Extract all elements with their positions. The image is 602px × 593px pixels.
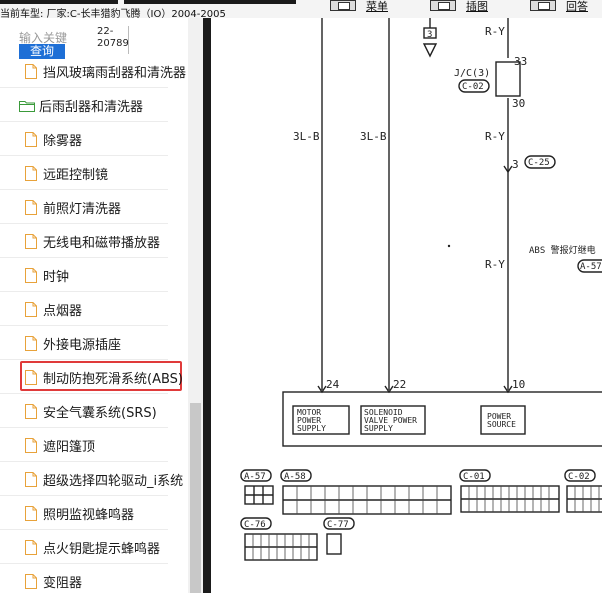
diagram-dot bbox=[447, 244, 451, 248]
tree-document-item[interactable]: 点烟器 bbox=[0, 292, 168, 326]
pin-number: 24 bbox=[326, 378, 340, 391]
top-toolbar: 当前车型: 厂家:C-长丰猎豹飞腾（IO）2004-2005 菜单 插图 回答 bbox=[0, 0, 602, 18]
block-label: SUPPLY bbox=[364, 424, 393, 433]
scrollbar-thumb[interactable] bbox=[190, 403, 201, 593]
connector-tag: C-25 bbox=[528, 158, 550, 168]
connector-tag: A-57 bbox=[244, 472, 266, 482]
menu-button[interactable]: 菜单 bbox=[330, 0, 388, 13]
tree-item-label: 安全气囊系统(SRS) bbox=[43, 406, 157, 421]
document-icon bbox=[25, 302, 37, 317]
pin-number: 30 bbox=[512, 97, 525, 110]
abs-relay-note: ABS 警报灯继电 bbox=[529, 244, 596, 256]
tree-folder-item[interactable]: 后雨刮器和清洗器 bbox=[0, 88, 168, 122]
document-icon bbox=[25, 404, 37, 419]
document-icon bbox=[25, 166, 37, 181]
pin-number: 33 bbox=[514, 55, 527, 68]
left-navigation-panel: 输入关键 22-20789 查询 挡风玻璃雨刮器和清洗器 后雨刮器和清洗器 除雾器远… bbox=[0, 18, 203, 593]
tree-document-item[interactable]: 远距控制镜 bbox=[0, 156, 168, 190]
document-icon bbox=[25, 438, 37, 453]
tree-document-item[interactable]: 无线电和磁带播放器 bbox=[0, 224, 168, 258]
tree-document-item[interactable]: 外接电源插座 bbox=[0, 326, 168, 360]
document-icon bbox=[25, 540, 37, 555]
document-icon bbox=[25, 472, 37, 487]
tree-document-item[interactable]: 挡风玻璃雨刮器和清洗器 bbox=[0, 54, 186, 88]
tree-item-label: 点火钥匙提示蜂鸣器 bbox=[43, 542, 161, 557]
tree-item-label: 除雾器 bbox=[43, 134, 83, 149]
connector-tag: C-02 bbox=[462, 82, 484, 92]
tree-item-label: 制动防抱死滑系统(ABS) bbox=[43, 372, 183, 387]
wire-label: R-Y bbox=[485, 25, 505, 38]
tree-item-label: 点烟器 bbox=[43, 304, 83, 319]
tree-document-item[interactable]: 安全气囊系统(SRS) bbox=[0, 394, 168, 428]
wiring-diagram-view: 3L-B 3L-B R-Y R-Y R-Y 24 22 10 33 30 3 3… bbox=[211, 18, 602, 593]
tree-document-item[interactable]: 遮阳篷顶 bbox=[0, 428, 168, 462]
tree-document-item[interactable]: 除雾器 bbox=[0, 122, 168, 156]
block-label: SOURCE bbox=[487, 420, 516, 429]
document-icon bbox=[25, 200, 37, 215]
illustration-button[interactable]: 插图 bbox=[430, 0, 488, 13]
wire-label: 3L-B bbox=[293, 130, 320, 143]
document-icon bbox=[25, 64, 37, 79]
pin-number: 22 bbox=[393, 378, 406, 391]
document-icon bbox=[25, 234, 37, 249]
wire-label: R-Y bbox=[485, 258, 505, 271]
tree-document-item[interactable]: 制动防抱死滑系统(ABS) bbox=[0, 360, 183, 394]
wiring-diagram: 3L-B 3L-B R-Y R-Y R-Y 24 22 10 33 30 3 3… bbox=[240, 18, 602, 561]
tree-document-item[interactable]: 前照灯清洗器 bbox=[0, 190, 168, 224]
tree-item-label: 照明监视蜂鸣器 bbox=[43, 508, 135, 523]
tree-item-label: 无线电和磁带播放器 bbox=[43, 236, 161, 251]
tree-item-label: 时钟 bbox=[43, 270, 70, 285]
connector-tag: A-57 bbox=[580, 262, 602, 272]
answer-icon bbox=[530, 0, 556, 11]
illustration-icon bbox=[430, 0, 456, 11]
toolbar-dark-strip bbox=[124, 0, 296, 4]
pin-number: 3 bbox=[512, 158, 519, 171]
tree-document-item[interactable]: 变阻器 bbox=[0, 564, 168, 593]
tree-item-label: 后雨刮器和清洗器 bbox=[39, 100, 144, 115]
document-icon bbox=[25, 574, 37, 589]
menu-button-label: 菜单 bbox=[366, 0, 388, 13]
connector-tag: A-58 bbox=[284, 472, 306, 482]
document-icon bbox=[25, 370, 37, 385]
document-icon bbox=[25, 132, 37, 147]
junction-label: J/C(3) bbox=[454, 68, 490, 79]
tree-document-item[interactable]: 超级选择四轮驱动_i系统 bbox=[0, 462, 183, 496]
illustration-button-label: 插图 bbox=[466, 0, 488, 13]
wire-label: R-Y bbox=[485, 130, 505, 143]
document-icon bbox=[25, 268, 37, 283]
tree-item-label: 外接电源插座 bbox=[43, 338, 122, 353]
search-input-caret bbox=[128, 26, 129, 54]
tree-document-item[interactable]: 时钟 bbox=[0, 258, 168, 292]
connector-tag: C-02 bbox=[568, 472, 590, 482]
tree-document-item[interactable]: 点火钥匙提示蜂鸣器 bbox=[0, 530, 168, 564]
vehicle-status-text: 当前车型: 厂家:C-长丰猎豹飞腾（IO）2004-2005 bbox=[0, 9, 226, 18]
answer-button-label: 回答 bbox=[566, 0, 588, 13]
tree-document-item[interactable]: 照明监视蜂鸣器 bbox=[0, 496, 168, 530]
menu-icon bbox=[330, 0, 356, 11]
connector-tag: C-77 bbox=[327, 520, 349, 530]
tree-item-label: 变阻器 bbox=[43, 576, 83, 591]
tree-item-label: 远距控制镜 bbox=[43, 168, 109, 183]
tree-item-label: 前照灯清洗器 bbox=[43, 202, 122, 217]
block-label: SUPPLY bbox=[297, 424, 326, 433]
connector-tag: C-01 bbox=[463, 472, 485, 482]
document-icon bbox=[25, 336, 37, 351]
folder-icon bbox=[19, 101, 35, 112]
tree-item-label: 遮阳篷顶 bbox=[43, 440, 96, 455]
answer-button[interactable]: 回答 bbox=[530, 0, 588, 13]
document-icon bbox=[25, 506, 37, 521]
pin-number: 3 bbox=[427, 30, 432, 40]
search-input[interactable]: 22-20789 bbox=[97, 26, 129, 50]
connector-tag: C-76 bbox=[244, 520, 266, 530]
tree-item-label: 超级选择四轮驱动_i系统 bbox=[43, 474, 184, 489]
panel-divider[interactable] bbox=[203, 18, 211, 593]
wire-label: 3L-B bbox=[360, 130, 387, 143]
toolbar-dark-strip bbox=[0, 0, 118, 4]
tree-item-label: 挡风玻璃雨刮器和清洗器 bbox=[43, 66, 187, 81]
pin-number: 10 bbox=[512, 378, 525, 391]
